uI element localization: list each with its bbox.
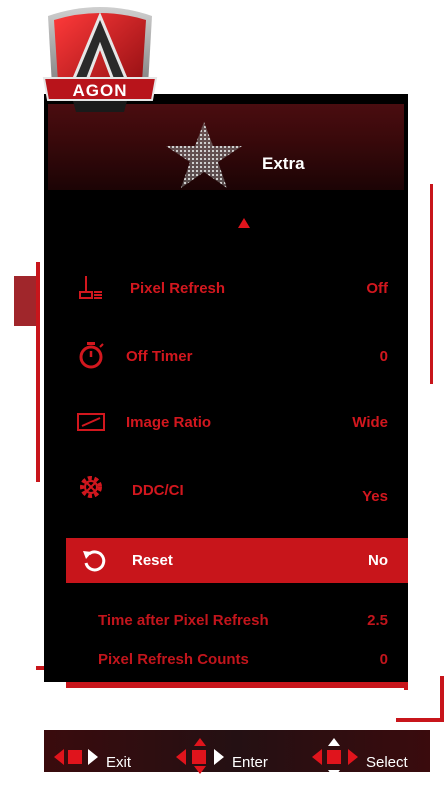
frame-bottom-bar — [66, 682, 408, 688]
dpad-enter-icon — [176, 738, 224, 774]
frame-right-outer-bar — [430, 184, 433, 384]
menu-item-label: Off Timer — [126, 348, 193, 365]
frame-right-corner-h — [396, 718, 444, 722]
menu-item-ddc-ci[interactable]: DDC/CI Yes — [66, 466, 408, 510]
agon-logo: AGON — [42, 7, 158, 112]
info-value: 0 — [379, 651, 388, 668]
reset-icon — [83, 550, 106, 572]
dpad-left-right-icon — [54, 749, 98, 765]
menu-item-reset[interactable]: Reset No — [66, 538, 408, 583]
menu-item-pixel-refresh[interactable]: Pixel Refresh Off — [66, 266, 408, 310]
star-icon — [166, 122, 242, 188]
info-value: 2.5 — [367, 612, 388, 629]
menu-item-value: Off — [366, 280, 388, 297]
menu-item-value: Wide — [352, 414, 388, 431]
info-label: Pixel Refresh Counts — [98, 651, 249, 668]
frame-right-corner-v — [440, 676, 444, 722]
ddc-ci-gear-icon — [80, 476, 102, 498]
menu-item-off-timer[interactable]: Off Timer 0 — [66, 334, 408, 378]
info-time-after-pixel-refresh: Time after Pixel Refresh 2.5 — [98, 612, 388, 629]
menu-item-value: 0 — [379, 348, 388, 365]
menu-item-label: DDC/CI — [132, 482, 184, 499]
timer-icon — [79, 342, 104, 369]
menu-item-label: Reset — [132, 552, 173, 569]
info-label: Time after Pixel Refresh — [98, 612, 269, 629]
menu-item-image-ratio[interactable]: Image Ratio Wide — [66, 400, 408, 444]
frame-left-bar — [36, 262, 40, 482]
svg-text:AGON: AGON — [73, 81, 128, 100]
menu-title: Extra — [262, 154, 305, 173]
menu-item-label: Image Ratio — [126, 414, 212, 431]
menu-item-label: Pixel Refresh — [130, 280, 226, 297]
dpad-select-icon — [312, 738, 358, 778]
pixel-refresh-icon — [79, 276, 102, 299]
info-pixel-refresh-counts: Pixel Refresh Counts 0 — [98, 651, 388, 668]
nav-select-label[interactable]: Select — [366, 754, 408, 771]
menu-item-value: Yes — [362, 488, 388, 505]
image-ratio-icon — [77, 413, 105, 431]
nav-enter-label[interactable]: Enter — [232, 754, 268, 771]
nav-exit-label[interactable]: Exit — [106, 754, 131, 771]
scroll-up-arrow-icon[interactable] — [238, 218, 250, 228]
frame-left-tab — [14, 276, 36, 326]
menu-item-value: No — [368, 552, 388, 569]
